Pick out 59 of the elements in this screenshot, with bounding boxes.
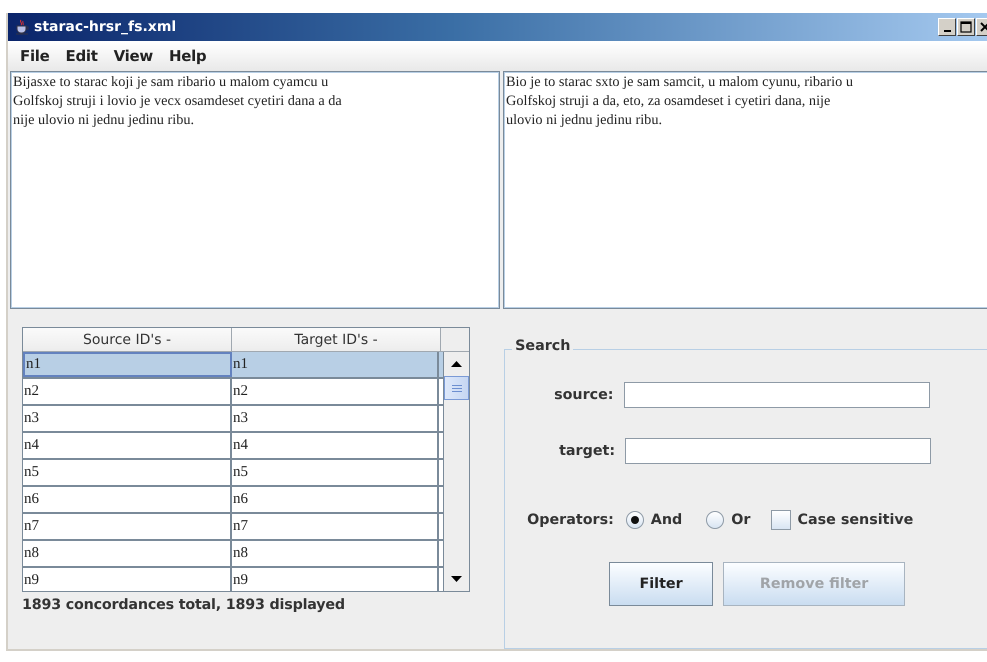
- table-row[interactable]: n6 n6: [23, 487, 443, 514]
- table-cell: n4: [23, 433, 232, 458]
- minimize-button[interactable]: [938, 18, 956, 36]
- radio-label[interactable]: Or: [731, 512, 750, 528]
- table-cell: n8: [232, 541, 439, 566]
- table-cell: n9: [23, 568, 232, 591]
- checkbox[interactable]: [770, 510, 790, 530]
- table-cell: n5: [232, 460, 439, 485]
- table-cell: n2: [23, 379, 232, 404]
- table-cell: n6: [23, 487, 232, 512]
- column-header[interactable]: Target ID's -: [232, 328, 441, 352]
- table-cell: n9: [232, 568, 439, 591]
- table-row[interactable]: n3 n3: [23, 406, 443, 433]
- maximize-icon: [960, 20, 972, 33]
- table-cell: n2: [232, 379, 439, 404]
- scroll-thumb[interactable]: [444, 376, 469, 400]
- table-row[interactable]: n2 n2: [23, 379, 443, 406]
- table-cell: n5: [23, 460, 232, 485]
- target-text-area[interactable]: Bio je to starac sxto je sam samcit, u malom cyunu, ribario u Golfskoj struji a da, eto, za osamdeset i cyetiri dana, nije ulovio ni jednu jedinu ribu.: [503, 70, 987, 309]
- filter-button[interactable]: Filter: [609, 562, 714, 606]
- field-label: target:: [559, 443, 616, 459]
- menu-item[interactable]: View: [106, 46, 161, 65]
- selected-row[interactable]: n1 n1: [23, 352, 443, 379]
- checkbox-label[interactable]: Case sensitive: [798, 512, 914, 528]
- radio-button[interactable]: [626, 511, 644, 529]
- down-arrow-icon: [451, 576, 462, 582]
- menu-item[interactable]: Help: [160, 46, 214, 65]
- text-field[interactable]: [624, 382, 930, 408]
- grip-icon: [452, 384, 462, 392]
- window-title: starac-hrsr_fs.xml: [34, 18, 178, 35]
- status-text: 1893 concordances total, 1893 displayed: [22, 596, 346, 613]
- table-row[interactable]: n8 n8: [23, 541, 443, 568]
- menu-item[interactable]: Edit: [58, 46, 106, 65]
- field-label: Operators:: [527, 512, 614, 528]
- minimize-icon: [944, 30, 950, 32]
- table-cell: n8: [23, 541, 232, 566]
- radio-label[interactable]: And: [650, 512, 682, 528]
- radio-button[interactable]: [706, 511, 724, 529]
- table-cell: n3: [232, 406, 439, 431]
- source-text-area[interactable]: Bijasxe to starac koji je sam ribario u malom cyamcu u Golfskoj struji i lovio je vecx osamdeset cyetiri dana a da nije ulovio ni jednu jedinu ribu.: [10, 70, 500, 309]
- table-row[interactable]: n5 n5: [23, 460, 443, 487]
- table-cell: n6: [232, 487, 439, 512]
- text-field[interactable]: [625, 438, 932, 464]
- table-cell: n7: [23, 514, 232, 539]
- coffee-cup-icon: [14, 18, 30, 35]
- table-cell: n3: [23, 406, 232, 431]
- maximize-button[interactable]: [957, 18, 975, 36]
- table-cell: n7: [232, 514, 439, 539]
- table-row[interactable]: n4 n4: [23, 433, 443, 460]
- up-arrow-icon: [451, 361, 462, 367]
- table-cell: n4: [232, 433, 439, 458]
- column-header[interactable]: Source ID's -: [23, 328, 232, 352]
- menu-item[interactable]: File: [12, 46, 58, 65]
- scroll-bar[interactable]: [443, 352, 469, 591]
- table-row[interactable]: n7 n7: [23, 514, 443, 541]
- table-cell: n1: [232, 352, 439, 377]
- table-cell: n1: [23, 352, 232, 377]
- field-label: source:: [554, 387, 614, 403]
- table-row[interactable]: n9 n9: [23, 568, 443, 591]
